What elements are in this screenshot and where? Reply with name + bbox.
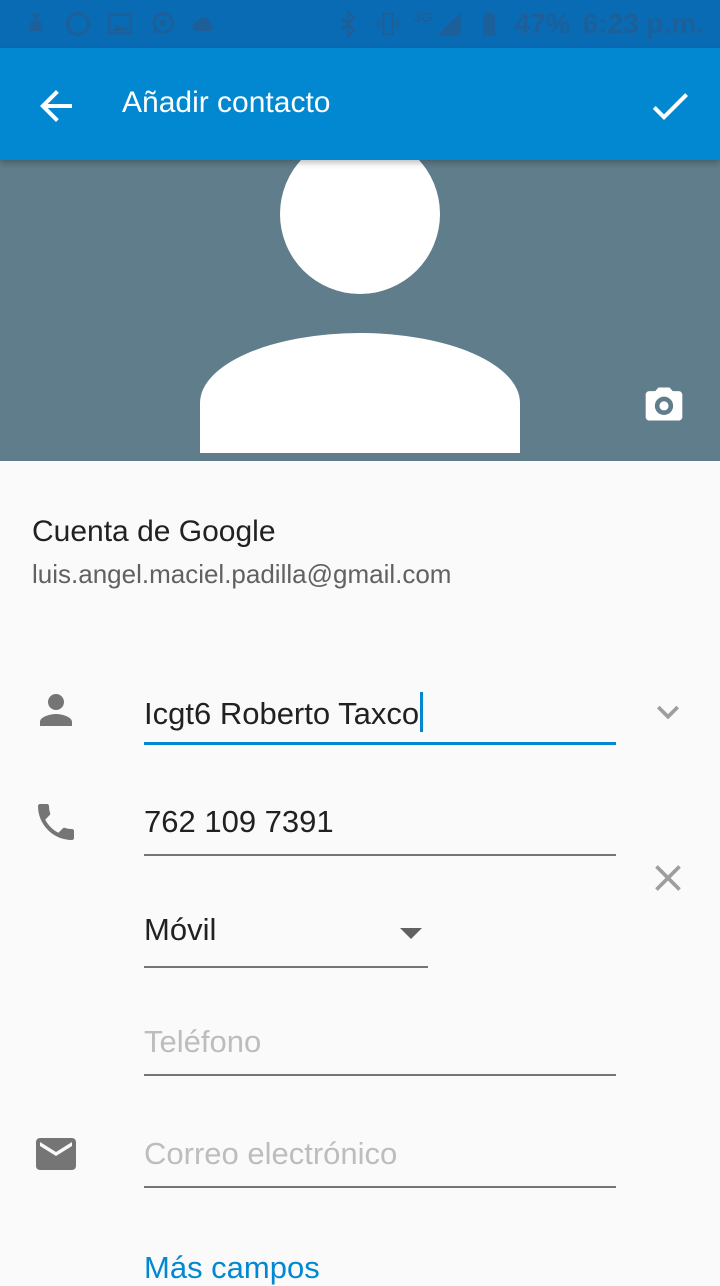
camera-icon[interactable] xyxy=(642,382,686,426)
battery-percentage: 47% xyxy=(514,8,571,39)
account-section[interactable]: Cuenta de Google luis.angel.maciel.padil… xyxy=(32,515,451,590)
vibrate-icon xyxy=(377,12,399,36)
phone-type-select[interactable]: Móvil xyxy=(144,912,428,968)
phone-input[interactable]: 762 109 7391 xyxy=(144,804,616,856)
account-email: luis.angel.maciel.padilla@gmail.com xyxy=(32,559,452,589)
system-icons: 3G 47% 6:23 p.m. xyxy=(334,6,704,42)
app-bar: Añadir contacto xyxy=(0,48,720,160)
clock: 6:23 p.m. xyxy=(582,8,704,39)
phone-icon xyxy=(38,804,74,840)
battery-icon xyxy=(482,12,495,36)
person-icon xyxy=(40,694,72,726)
name-input[interactable]: Icgt6 Roberto Taxco xyxy=(144,692,616,745)
text-cursor xyxy=(420,692,424,732)
name-value: Icgt6 Roberto Taxco xyxy=(144,696,420,731)
signal-icon xyxy=(436,12,461,36)
close-icon[interactable] xyxy=(646,856,690,900)
network-type: 3G xyxy=(413,9,433,25)
whatsapp-icon xyxy=(66,12,90,36)
status-bar: 3G 47% 6:23 p.m. xyxy=(0,0,720,48)
email-input[interactable]: Correo electrónico xyxy=(144,1136,616,1188)
usb-icon xyxy=(30,13,42,31)
dropdown-arrow-icon xyxy=(400,928,422,939)
chevron-down-icon[interactable] xyxy=(646,690,690,734)
account-label: Cuenta de Google xyxy=(32,515,276,548)
phone2-input[interactable]: Teléfono xyxy=(144,1024,616,1076)
check-icon[interactable] xyxy=(646,82,694,130)
cloud-icon xyxy=(192,17,213,31)
phone-type-value: Móvil xyxy=(144,912,217,947)
arrow-back-icon[interactable] xyxy=(32,82,80,130)
email-icon xyxy=(36,1138,76,1170)
notification-icons xyxy=(22,6,218,42)
messenger-icon xyxy=(151,12,174,35)
avatar-head xyxy=(280,160,440,294)
image-icon xyxy=(108,13,132,35)
page-title: Añadir contacto xyxy=(122,86,331,119)
contact-photo[interactable] xyxy=(0,160,720,461)
bluetooth-icon xyxy=(341,10,356,38)
more-fields-link[interactable]: Más campos xyxy=(144,1250,320,1286)
avatar-body xyxy=(200,333,520,453)
